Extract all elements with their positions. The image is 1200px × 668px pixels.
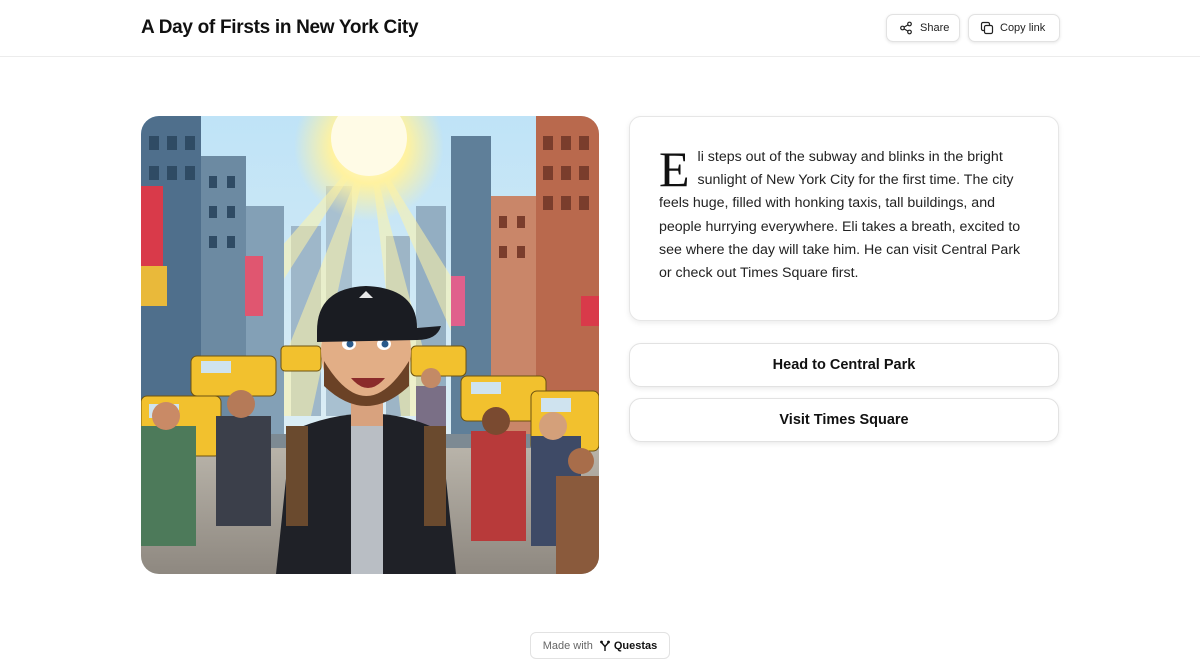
copy-link-label: Copy link	[1000, 22, 1046, 34]
questas-logo-icon	[599, 640, 610, 651]
drop-cap: E	[659, 141, 690, 197]
share-label: Share	[920, 22, 950, 34]
story-body: li steps out of the subway and blinks in…	[659, 149, 1021, 282]
choice-button-central-park[interactable]: Head to Central Park	[629, 343, 1059, 387]
city-scene-image	[141, 116, 599, 574]
made-with-badge[interactable]: Made with Questas	[530, 632, 670, 659]
choice-button-times-square[interactable]: Visit Times Square	[629, 398, 1059, 442]
story-text: Eli steps out of the subway and blinks i…	[659, 141, 1029, 285]
share-icon	[899, 21, 913, 35]
choice-label: Head to Central Park	[772, 357, 916, 373]
story-illustration	[141, 116, 599, 574]
brand-name: Questas	[613, 639, 658, 652]
choice-label: Visit Times Square	[779, 412, 909, 428]
brand-link: Questas	[599, 640, 657, 652]
copy-link-button[interactable]: Copy link	[968, 14, 1060, 42]
copy-icon	[980, 21, 994, 35]
story-card: Eli steps out of the subway and blinks i…	[629, 116, 1059, 321]
top-bar: A Day of Firsts in New York City Share C…	[0, 0, 1200, 57]
page-title: A Day of Firsts in New York City	[141, 17, 419, 38]
share-button[interactable]: Share	[886, 14, 960, 42]
made-with-text: Made with	[542, 639, 593, 652]
